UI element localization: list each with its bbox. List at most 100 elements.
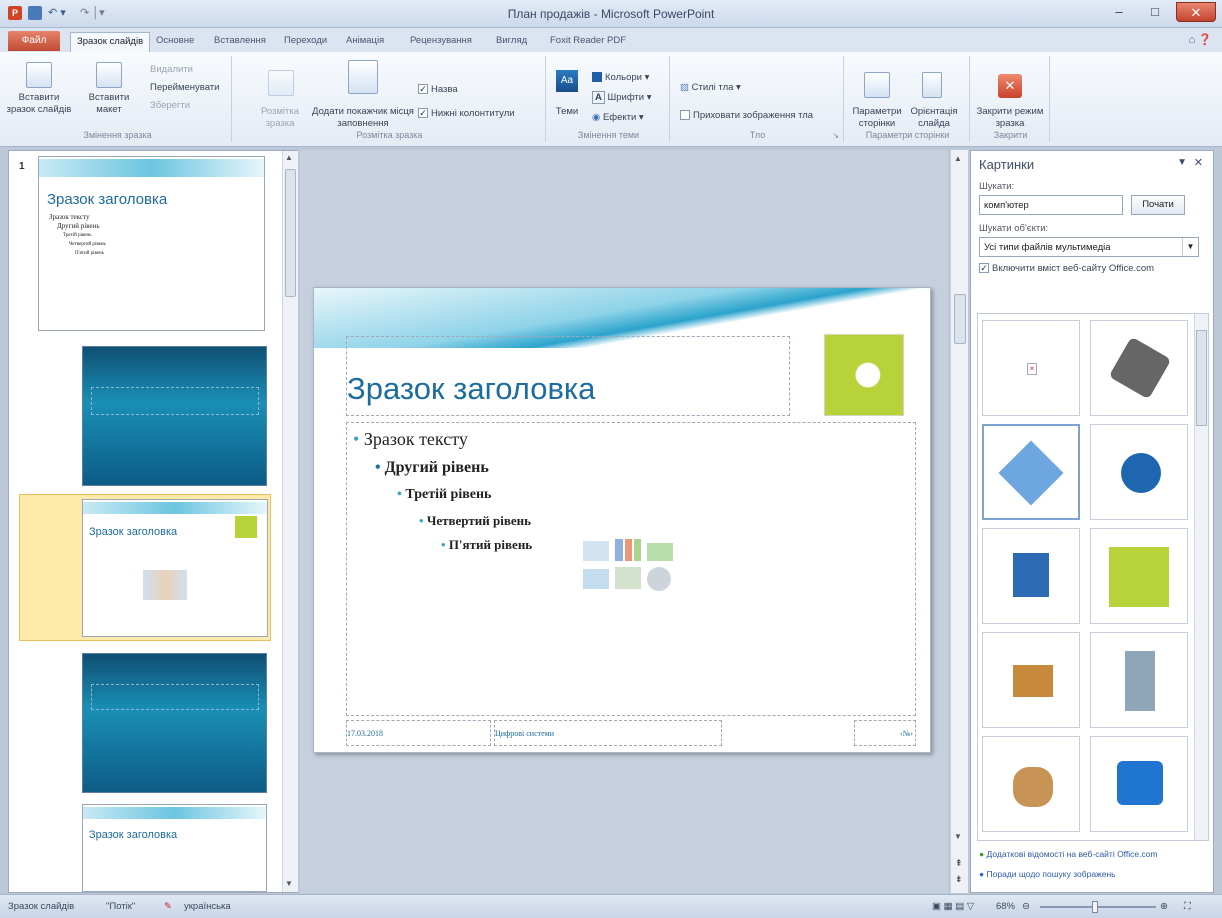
thumbnail-layout-two-content[interactable]: Зразок заголовка <box>82 804 267 892</box>
clipart-item-network[interactable] <box>1090 320 1188 416</box>
scroll-down-icon[interactable]: ▼ <box>954 832 962 841</box>
panel-close-icon[interactable]: ✕ <box>1194 156 1203 169</box>
scroll-up-icon[interactable]: ▲ <box>285 153 293 162</box>
scroll-down-icon[interactable]: ▼ <box>285 879 293 888</box>
scroll-thumb[interactable] <box>1196 330 1207 426</box>
insert-smartart-icon[interactable] <box>647 543 673 561</box>
date-placeholder[interactable]: 17.03.2018 <box>346 720 491 746</box>
tab-slide-master[interactable]: Зразок слайдів <box>70 32 151 52</box>
clipart-item-monitor[interactable] <box>982 632 1080 728</box>
fonts-button[interactable]: A Шрифти ▾ <box>592 91 652 104</box>
search-input[interactable]: комп'ютер <box>979 195 1123 215</box>
search-tips-link[interactable]: ● Поради щодо пошуку зображень <box>979 869 1116 879</box>
body-placeholder[interactable]: • Зразок тексту • Другий рівень • Третій… <box>346 422 916 716</box>
master-layout-button[interactable]: Розмітка зразка <box>258 106 302 130</box>
minimize-button[interactable]: – <box>1106 2 1132 22</box>
scroll-thumb[interactable] <box>954 294 966 344</box>
group-master-layout: Розмітка зразка Додати покажчик місця за… <box>234 56 546 142</box>
tab-animation[interactable]: Анімація <box>340 32 390 52</box>
delete-button[interactable]: Видалити <box>150 64 193 75</box>
clipart-item-broken[interactable]: × <box>982 320 1080 416</box>
thumbnail-layout-section[interactable] <box>82 653 267 793</box>
insert-media-icon[interactable] <box>647 567 671 591</box>
maximize-button[interactable]: □ <box>1142 2 1168 22</box>
clipart-panel: Картинки ▼ ✕ Шукати: комп'ютер Почати Шу… <box>970 150 1214 893</box>
slide-scrollbar[interactable]: ▲ ▼ ⇞ ⇟ <box>950 150 968 893</box>
results-scrollbar[interactable] <box>1194 314 1208 840</box>
hide-background-checkbox[interactable]: Приховати зображення тла <box>680 110 813 121</box>
footers-checkbox[interactable]: ✓ Нижні колонтитули <box>418 108 515 119</box>
next-slide-icon[interactable]: ⇟ <box>955 874 963 885</box>
zoom-slider-thumb[interactable] <box>1092 901 1098 913</box>
clipart-item-computer-user[interactable] <box>982 528 1080 624</box>
insert-picture-icon[interactable] <box>583 569 609 589</box>
clipart-item-person[interactable] <box>1090 632 1188 728</box>
close-master-icon[interactable]: ✕ <box>998 74 1022 98</box>
dialog-launcher-icon[interactable]: ↘ <box>832 131 839 140</box>
slide-master[interactable]: Зразок заголовка • Зразок тексту • Други… <box>313 287 931 753</box>
title-placeholder[interactable]: Зразок заголовка <box>346 336 790 416</box>
zoom-in-icon[interactable]: ⊕ <box>1160 901 1168 912</box>
thumbnails-scrollbar[interactable]: ▲ ▼ <box>282 151 298 892</box>
close-master-button[interactable]: Закрити режим зразка <box>974 106 1046 130</box>
colors-button[interactable]: Кольори ▾ <box>592 72 649 83</box>
close-button[interactable]: ✕ <box>1176 2 1216 22</box>
tab-home[interactable]: Основне <box>150 32 200 52</box>
tab-review[interactable]: Рецензування <box>404 32 478 52</box>
thumbnail-layout-selected[interactable]: Зразок заголовка <box>19 494 271 641</box>
zoom-level[interactable]: 68% <box>996 901 1015 912</box>
page-setup-icon[interactable] <box>864 72 890 98</box>
zoom-out-icon[interactable]: ⊖ <box>1022 901 1030 912</box>
media-type-select[interactable]: Усі типи файлів мультимедіа ▼ <box>979 237 1199 257</box>
clipart-item-cable[interactable] <box>1090 528 1188 624</box>
save-button[interactable]: Зберегти <box>150 100 190 111</box>
tab-insert[interactable]: Вставлення <box>208 32 272 52</box>
clipart-item-worker[interactable] <box>982 736 1080 832</box>
go-button[interactable]: Почати <box>1131 195 1185 215</box>
tab-foxit[interactable]: Foxit Reader PDF <box>544 32 632 52</box>
effects-button[interactable]: ◉ Ефекти ▾ <box>592 112 644 123</box>
insert-layout-icon[interactable] <box>96 62 122 88</box>
fit-slide-icon[interactable]: ⛶ <box>1184 901 1191 912</box>
tab-view[interactable]: Вигляд <box>490 32 533 52</box>
rename-button[interactable]: Перейменувати <box>150 82 219 93</box>
tab-transitions[interactable]: Переходи <box>278 32 333 52</box>
scroll-thumb[interactable] <box>285 169 296 297</box>
theme-status[interactable]: "Потік" <box>106 901 135 912</box>
previous-slide-icon[interactable]: ⇞ <box>955 858 963 869</box>
clipart-item-pc[interactable] <box>1090 736 1188 832</box>
title-checkbox[interactable]: ✓ Назва <box>418 84 458 95</box>
placeholder-icon[interactable] <box>348 60 378 94</box>
insert-chart-icon[interactable] <box>615 539 641 561</box>
include-office-checkbox[interactable]: ✓ Включити вміст веб-сайту Office.com <box>979 263 1154 274</box>
scroll-up-icon[interactable]: ▲ <box>954 154 962 163</box>
view-buttons[interactable]: ▣ ▦ ▤ ▽ <box>932 901 974 912</box>
chevron-down-icon[interactable]: ▼ <box>1182 238 1198 256</box>
office-info-link[interactable]: ● Додаткові відомості на веб-сайті Offic… <box>979 849 1158 859</box>
orientation-icon[interactable] <box>922 72 942 98</box>
add-placeholder-button[interactable]: Додати покажчик місця заповнення <box>312 106 414 130</box>
footer-placeholder[interactable]: Цифрові системи <box>494 720 722 746</box>
themes-button[interactable]: Теми <box>548 106 586 118</box>
language-status[interactable]: українська <box>184 901 231 912</box>
thumbnail-master[interactable]: Зразок заголовка Зразок тексту Другий рі… <box>38 156 265 331</box>
spellcheck-icon[interactable]: ✎ <box>164 901 172 912</box>
insert-master-button[interactable]: Вставити зразок слайдів <box>4 92 74 116</box>
insert-clipart-icon[interactable] <box>615 567 641 589</box>
help-icon[interactable]: ⌂ ❓ <box>1189 33 1212 46</box>
panel-menu-icon[interactable]: ▼ <box>1177 157 1187 168</box>
tab-file[interactable]: Файл <box>8 31 60 51</box>
clipart-item-disk[interactable] <box>1090 424 1188 520</box>
themes-icon[interactable]: Aa <box>556 70 578 92</box>
background-styles-button[interactable]: ▨ Стилі тла ▾ <box>680 82 741 93</box>
clipart-item-chip[interactable] <box>982 424 1080 520</box>
slide-number-placeholder[interactable]: ‹№› <box>854 720 916 746</box>
insert-layout-button[interactable]: Вставити макет <box>82 92 136 116</box>
computer-clipart-image[interactable] <box>824 334 904 416</box>
insert-table-icon[interactable] <box>583 541 609 561</box>
zoom-slider[interactable] <box>1040 906 1156 908</box>
insert-master-icon[interactable] <box>26 62 52 88</box>
orientation-button[interactable]: Орієнтація слайда <box>906 106 962 130</box>
page-setup-button[interactable]: Параметри сторінки <box>846 106 908 130</box>
thumbnail-layout-title[interactable] <box>82 346 267 486</box>
